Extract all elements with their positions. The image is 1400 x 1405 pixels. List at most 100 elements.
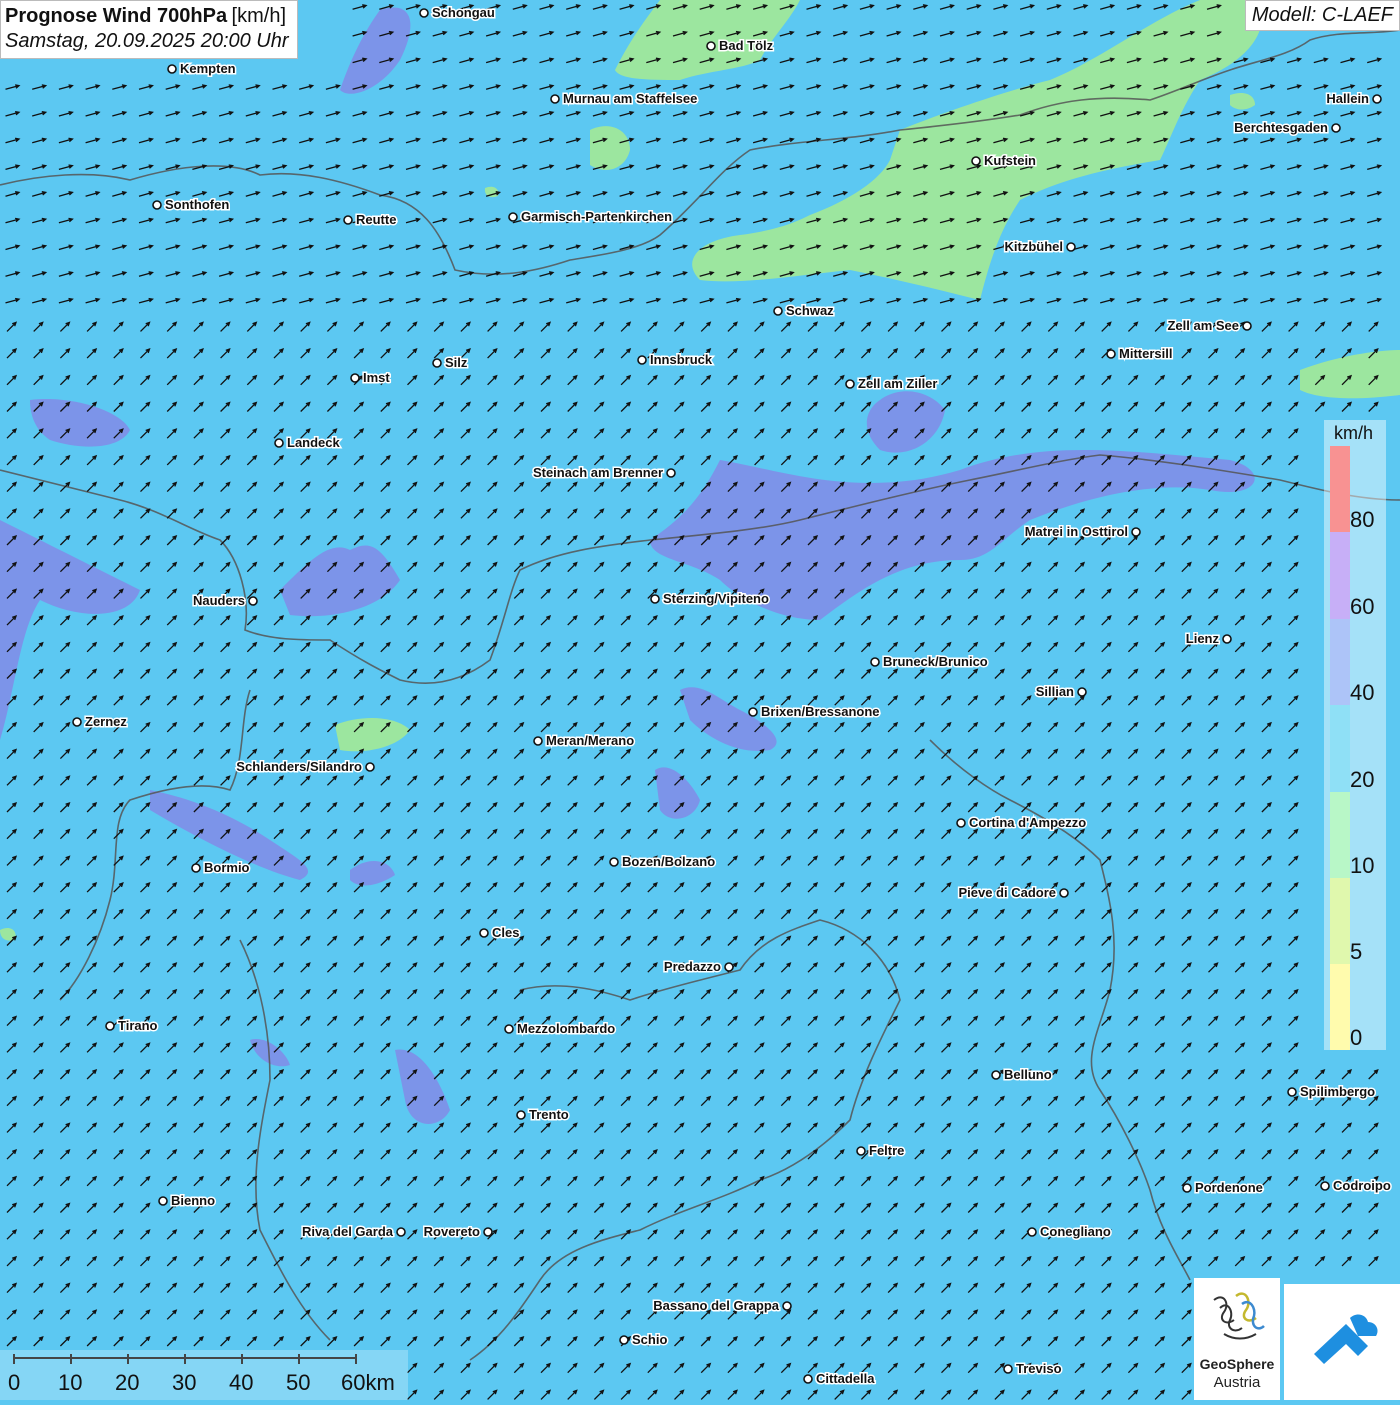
city-dot-icon (105, 1021, 115, 1031)
city-label: Innsbruck (650, 352, 713, 367)
scale-label: 0 (8, 1370, 21, 1395)
geosphere-name: GeoSphere (1199, 1356, 1275, 1372)
city-label: Brixen/Bressanone (761, 704, 880, 719)
city-label: Lienz (1186, 631, 1220, 646)
city-label: Meran/Merano (546, 733, 634, 748)
city-dot-icon (650, 594, 660, 604)
city-label: Zell am Ziller (858, 376, 937, 391)
city-dot-icon (782, 1301, 792, 1311)
map-title-box: Prognose Wind 700hPa [km/h] Samstag, 20.… (0, 0, 298, 59)
city-label: Imst (363, 370, 390, 385)
city-dot-icon (1372, 94, 1382, 104)
city-label: Bruneck/Brunico (883, 654, 988, 669)
city-label: Feltre (869, 1143, 904, 1158)
city-label: Schongau (432, 5, 495, 20)
city-dot-icon (1287, 1087, 1297, 1097)
city-label: Mittersill (1119, 346, 1172, 361)
city-label: Kempten (180, 61, 236, 76)
city-label: Bassano del Grappa (653, 1298, 779, 1313)
legend-unit: km/h (1334, 423, 1374, 443)
city-dot-icon (479, 928, 489, 938)
city-dot-icon (419, 8, 429, 18)
city-dot-icon (1182, 1183, 1192, 1193)
city-dot-icon (1222, 634, 1232, 644)
city-label: Matrei in Osttirol (1025, 524, 1128, 539)
city-label: Hallein (1326, 91, 1369, 106)
city-label: Zernez (85, 714, 127, 729)
city-dot-icon (365, 762, 375, 772)
legend-label-60: 60 (1350, 594, 1375, 619)
legend: km/h 80 60 40 20 10 5 0 (1324, 420, 1386, 1050)
scale-label: 30 (172, 1370, 197, 1395)
city-dot-icon (666, 468, 676, 478)
city-label: Bienno (171, 1193, 215, 1208)
scale-label: 20 (115, 1370, 140, 1395)
city-dot-icon (508, 212, 518, 222)
city-label: Predazzo (664, 959, 721, 974)
city-dot-icon (167, 64, 177, 74)
city-dot-icon (152, 200, 162, 210)
city-dot-icon (1003, 1364, 1013, 1374)
city-dot-icon (350, 373, 360, 383)
legend-label-20: 20 (1350, 767, 1375, 792)
city-dot-icon (516, 1110, 526, 1120)
city-dot-icon (550, 94, 560, 104)
city-label: Landeck (287, 435, 341, 450)
city-dot-icon (533, 736, 543, 746)
city-label: Pieve di Cadore (958, 885, 1056, 900)
city-label: Murnau am Staffelsee (563, 91, 697, 106)
city-label: Schlanders/Silandro (236, 759, 362, 774)
city-label: Nauders (193, 593, 245, 608)
city-label: Garmisch-Partenkirchen (521, 209, 672, 224)
city-label: Pordenone (1195, 1180, 1263, 1195)
city-label: Reutte (356, 212, 396, 227)
city-label: Tirano (118, 1018, 158, 1033)
city-dot-icon (72, 717, 82, 727)
city-label: Treviso (1016, 1361, 1062, 1376)
city-label: Bormio (204, 860, 250, 875)
scale-label: 40 (229, 1370, 254, 1395)
legend-label-5: 5 (1350, 939, 1363, 964)
city-label: Belluno (1004, 1067, 1052, 1082)
city-label: Kufstein (984, 153, 1036, 168)
city-label: Kitzbühel (1005, 239, 1064, 254)
legend-label-10: 10 (1350, 853, 1375, 878)
city-label: Spilimbergo (1300, 1084, 1375, 1099)
city-label: Cittadella (816, 1371, 875, 1386)
city-dot-icon (773, 306, 783, 316)
city-label: Zell am See (1167, 318, 1239, 333)
geosphere-emblem-icon (1213, 1292, 1265, 1340)
city-dot-icon (1077, 687, 1087, 697)
scale-label: 50 (286, 1370, 311, 1395)
city-label: Cortina d'Ampezzo (969, 815, 1086, 830)
legend-label-0: 0 (1350, 1025, 1363, 1050)
model-label: Modell: C-LAEF (1244, 0, 1400, 31)
city-dot-icon (724, 962, 734, 972)
city-dot-icon (1242, 321, 1252, 331)
city-label: Sonthofen (165, 197, 229, 212)
geosphere-logo[interactable]: GeoSphere Austria (1194, 1278, 1280, 1400)
city-label: Schio (632, 1332, 667, 1347)
wetter-app-logo[interactable] (1284, 1284, 1400, 1400)
city-dot-icon (343, 215, 353, 225)
city-label: Riva del Garda (302, 1224, 394, 1239)
city-dot-icon (1027, 1227, 1037, 1237)
map-title: Prognose Wind 700hPa (5, 5, 228, 27)
geosphere-sub: Austria (1213, 1374, 1261, 1391)
city-dot-icon (1106, 349, 1116, 359)
city-label: Schwaz (786, 303, 834, 318)
city-dot-icon (274, 438, 284, 448)
city-dot-icon (856, 1146, 866, 1156)
wind-map[interactable]: Schongau Bad Tölz Kempten Murnau am Staffel… (0, 0, 1400, 1400)
city-dot-icon (483, 1227, 493, 1237)
city-dot-icon (1066, 242, 1076, 252)
city-label: Bad Tölz (719, 38, 774, 53)
city-dot-icon (803, 1374, 813, 1384)
city-dot-icon (1320, 1181, 1330, 1191)
city-dot-icon (396, 1227, 406, 1237)
city-dot-icon (504, 1024, 514, 1034)
city-dot-icon (706, 41, 716, 51)
city-dot-icon (1331, 123, 1341, 133)
city-label: Silz (445, 355, 468, 370)
city-dot-icon (432, 358, 442, 368)
